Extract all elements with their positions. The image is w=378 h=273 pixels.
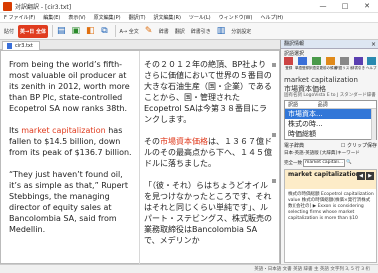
translation-info-panel: 翻訳情報 × 訳語選択 登録 単語登録 訳語変更 前の候補 訳語リスト 辞書引き… [280,40,378,264]
toolbar: 貼付 英→日 全体 ▤ ▣ ◧ ⧉ A→ 全文 ✎ 辞書 翻訳 辞書引き ▥ 分… [0,23,378,40]
search-icon[interactable]: 🔍 [346,160,352,165]
dictionary-search: 完全一致 market capitali... 🔍 [284,158,377,167]
translate-button[interactable]: 翻訳 [173,25,187,38]
document-tab[interactable]: cir3.txt [2,41,40,50]
print-icon[interactable]: ◧ [84,25,97,38]
dictionary-entry-title: market capitalization ◀ ▶ [285,170,376,189]
help-button[interactable]: ヘルプ [366,57,378,75]
maximize-button[interactable]: □ [334,0,356,13]
candidate-scrollbar[interactable] [371,109,376,140]
menu-source-edit[interactable]: 原文編集(P) [90,14,125,21]
dictionary-search-input[interactable]: market capitali... [303,158,345,167]
dictionary-description: 固有名詞 LogoVista E to J スタンダード辞書 [284,93,376,98]
source-paragraph[interactable]: From being the world’s fifth-most valuab… [9,59,134,114]
word-register-icon [297,57,307,65]
target-paragraph[interactable]: 「（彼・それ）らはちょうどオイルを見つけなかったところです、それはそれと同じくら… [144,180,272,246]
menu-target-edit[interactable]: 訳文編集(R) [150,14,185,21]
window-controls: — □ ✕ [312,0,378,13]
source-paragraph[interactable]: Its market capitalization has fallen to … [9,125,134,158]
menu-edit[interactable]: 編集(E) [39,14,64,21]
prev-entry-icon[interactable]: ◀ [357,172,365,180]
status-text: 英語・日本語 文書 英語 辞書 主 英語 文字列 3, 5 行 3 桁 [254,267,370,272]
paste-button[interactable]: 貼付 [2,25,16,38]
dictionary-lookup-button[interactable]: 辞書引き [351,57,365,75]
next-entry-icon[interactable]: ▶ [366,172,374,180]
change-icon [311,57,321,65]
register-button[interactable]: 登録 [283,57,295,75]
candidate-list[interactable]: 訳語 品詞 市場資本... 株式の時... 時価総額 [284,100,377,140]
column-divider[interactable] [139,51,140,265]
search-mode-select[interactable]: 完全一致 [284,160,302,166]
translate-selection-button[interactable]: A→ 全文 [118,25,141,38]
paragraph-marker [272,63,276,67]
help-icon [366,57,376,65]
panel-toolbar: 登録 単語登録 訳語変更 前の候補 訳語リスト 辞書引き ヘルプ [283,57,377,75]
dictionary-button[interactable]: 辞書 [157,25,171,38]
open-file-icon[interactable]: ▤ [55,25,68,38]
document-tab-bar: cir3.txt [0,40,280,50]
paragraph-marker [272,179,276,183]
panel-close-icon[interactable]: × [371,40,376,49]
target-paragraph[interactable]: その２０１２年の絶頂、BP社よりさらに価値において世界の５番目の大きな石油生産（… [144,59,272,125]
target-paragraph[interactable]: その市場資本価格は、１３６７億ドルのその最高点から下へ、１４５億ドルに落ちました… [144,136,272,169]
toolbar-separator [51,25,53,37]
menu-tools[interactable]: ツール(L) [185,14,215,21]
dictionary-nav: ◀ ▶ [357,172,374,180]
menu-view[interactable]: 表示(V) [64,14,89,21]
clip-save-checkbox[interactable]: ☐ クリップ保存 [341,142,377,150]
minimize-button[interactable]: — [312,0,334,13]
app-logo-icon [3,1,12,11]
word-register-button[interactable]: 単語登録 [295,57,309,75]
menu-translate[interactable]: 翻訳(T) [125,14,150,21]
layout-icon[interactable]: ▥ [215,25,228,38]
menu-bar: F ファイル(F) 編集(E) 表示(V) 原文編集(P) 翻訳(T) 訳文編集… [0,13,378,23]
translate-all-button[interactable]: 英→日 全体 [18,24,48,38]
register-icon [284,57,294,65]
candidate-header: 訳語 品詞 [285,101,376,109]
editor-area[interactable]: From being the world’s fifth-most valuab… [0,50,280,265]
dictionary-source: 日本-英語-英語版 [大辞典]キーワード [284,151,360,156]
close-button[interactable]: ✕ [356,0,378,13]
panel-subtitle: 訳語選択 [284,51,305,57]
list-icon [339,57,349,65]
candidate-item[interactable]: 株式の時... [285,119,376,129]
lookup-button[interactable]: 辞書引き [189,25,213,38]
target-text-column[interactable]: その２０１２年の絶頂、BP社よりさらに価値において世界の５番目の大きな石油生産（… [144,59,272,257]
previous-icon [325,57,335,65]
candidate-item[interactable]: 市場資本... [285,109,376,119]
title-bar: 対訳翻訳 - [cir3.txt] — □ ✕ [0,0,378,13]
menu-window[interactable]: ウィンドウ(W) [215,14,257,21]
electronic-dictionary-header: 電子辞典 ☐ クリップ保存 [284,142,377,150]
change-translation-button[interactable]: 訳語変更 [309,57,323,75]
highlight-icon[interactable]: ✎ [143,25,155,38]
document-icon [7,43,12,49]
dictionary-entry-body: 株式の時価総額 Ecopetrol capitalization value 株… [288,192,374,221]
menu-help[interactable]: ヘルプ(H) [256,14,287,21]
source-text-column[interactable]: From being the world’s fifth-most valuab… [9,59,134,246]
translation-list-button[interactable]: 訳語リスト [335,57,353,75]
menu-file[interactable]: F ファイル(F) [0,14,39,21]
highlighted-term[interactable]: 市場資本価格 [160,137,208,146]
book-icon [353,57,363,65]
toolbar-separator [114,25,116,37]
dictionary-content: market capitalization ◀ ▶ 株式の時価総額 Ecopet… [284,169,377,263]
paragraph-marker [272,133,276,137]
save-icon[interactable]: ▣ [69,25,82,38]
candidate-item[interactable]: 時価総額 [285,129,376,139]
window-title: 対訳翻訳 - [cir3.txt] [15,3,72,11]
source-paragraph[interactable]: “They just haven’t found oil, it’s as si… [9,169,134,235]
split-settings-button[interactable]: 分割設定 [229,25,253,38]
highlighted-term[interactable]: market capitalization [21,126,105,135]
copy-icon[interactable]: ⧉ [99,25,111,38]
panel-title: 翻訳情報 × [281,40,378,49]
status-bar: 英語・日本語 文書 英語 辞書 主 英語 文字列 3, 5 行 3 桁 [0,264,378,273]
